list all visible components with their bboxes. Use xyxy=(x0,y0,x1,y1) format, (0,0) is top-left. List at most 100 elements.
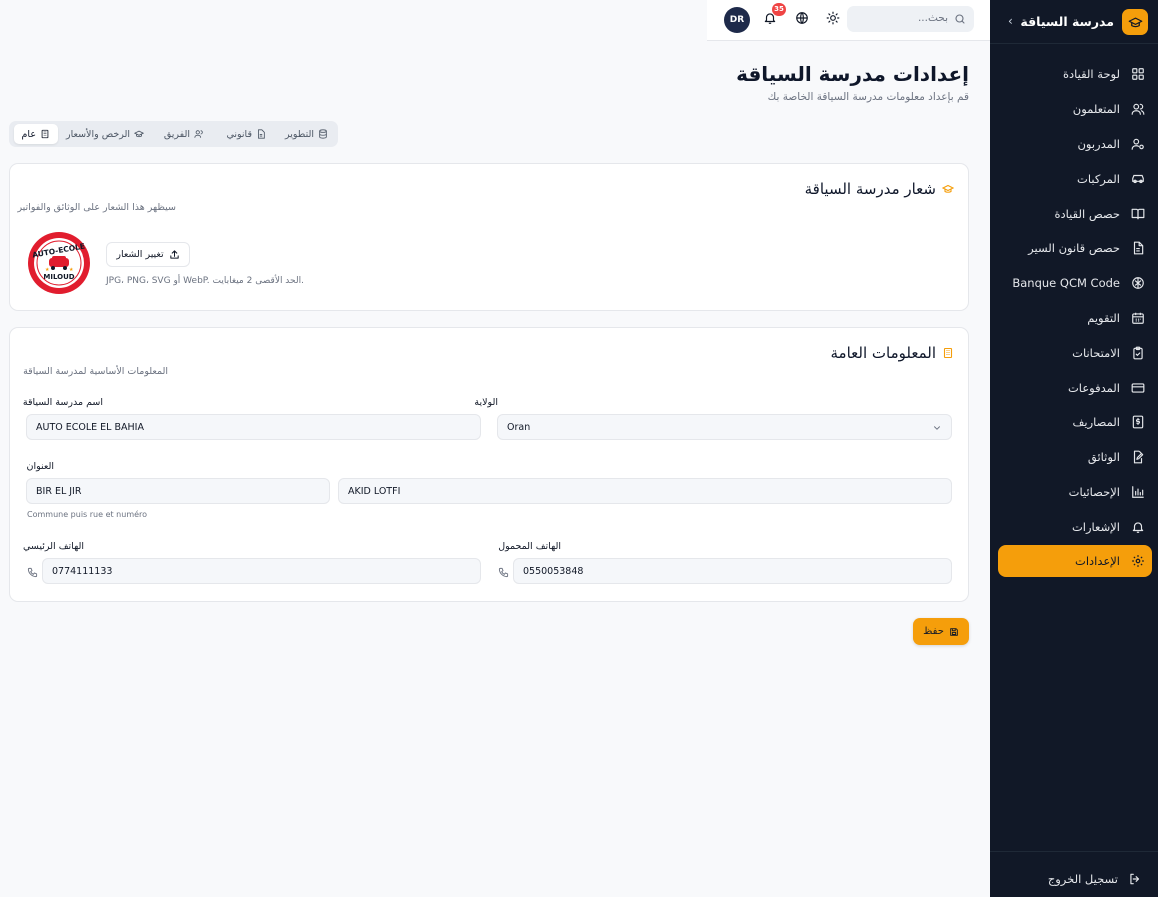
logo-card-subtitle: سيظهر هذا الشعار على الوثائق والفواتير xyxy=(17,202,176,213)
sidebar-item-label: المدفوعات xyxy=(1067,380,1120,395)
tab-label: الفريق xyxy=(163,128,190,140)
logo-card-title: شعار مدرسة السياقة xyxy=(804,180,936,198)
clipboard-check-icon xyxy=(1133,346,1143,360)
sidebar-item-calendar[interactable]: التقويم xyxy=(998,301,1152,336)
users-icon xyxy=(1131,103,1145,116)
sidebar-nav: لوحة القيادة المتعلمون المدربون المركبات… xyxy=(990,57,1158,579)
sidebar-item-label: الوثائق xyxy=(1087,450,1120,465)
sidebar-item-qcm-bank[interactable]: Banque QCM Code xyxy=(998,266,1152,301)
phone-mobile-label: الهاتف المحمول xyxy=(498,541,561,552)
sidebar-item-label: Banque QCM Code xyxy=(1012,276,1120,291)
svg-text:★: ★ xyxy=(69,267,74,273)
school-logo-image: AUTO-ECOLE MILOUD ★ ★ xyxy=(28,232,90,294)
school-name-field[interactable]: AUTO ECOLE EL BAHIA xyxy=(26,414,481,440)
info-card-title: المعلومات العامة xyxy=(830,344,936,362)
logo-card-header: شعار مدرسة السياقة xyxy=(805,180,954,198)
sidebar-item-statistics[interactable]: الإحصائيات xyxy=(998,475,1152,510)
tab-label: الرخص والأسعار xyxy=(66,128,130,140)
calendar-icon xyxy=(1132,312,1144,324)
users-icon xyxy=(194,130,203,138)
phone-mobile-field[interactable]: 0550053848 xyxy=(513,558,952,584)
tab-licenses-prices[interactable]: الرخص والأسعار xyxy=(62,124,148,144)
page-subtitle: قم بإعداد معلومات مدرسة السياقة الخاصة ب… xyxy=(767,91,969,103)
sidebar-item-expenses[interactable]: المصاريف xyxy=(998,405,1152,440)
phone-main-field[interactable]: 0774111133 xyxy=(42,558,481,584)
bell-icon xyxy=(1132,522,1144,533)
tab-development[interactable]: التطوير xyxy=(281,124,332,144)
address-street-field[interactable]: AKID LOTFI xyxy=(338,478,952,504)
app-name: مدرسة السياقة xyxy=(1020,14,1114,29)
dashboard-icon xyxy=(1132,68,1144,81)
phone-main-label: الهاتف الرئيسي xyxy=(23,541,84,552)
tab-legal[interactable]: قانوني xyxy=(222,124,270,144)
user-cog-icon xyxy=(1131,138,1144,150)
sidebar-item-label: حصص القيادة xyxy=(1054,206,1120,221)
settings-icon xyxy=(1132,555,1144,567)
globe-icon[interactable] xyxy=(795,11,809,25)
change-logo-label: تغيير الشعار xyxy=(116,249,164,260)
sidebar-item-learners[interactable]: المتعلمون xyxy=(998,92,1152,127)
sidebar-item-label: الإشعارات xyxy=(1071,519,1120,534)
sidebar-item-label: المتعلمون xyxy=(1072,102,1120,117)
sidebar-item-label: المركبات xyxy=(1077,171,1120,186)
sidebar-item-label: المصاريف xyxy=(1072,415,1120,430)
sidebar-item-notifications[interactable]: الإشعارات xyxy=(998,509,1152,544)
sidebar-item-vehicles[interactable]: المركبات xyxy=(998,161,1152,196)
graduation-cap-icon xyxy=(942,184,954,193)
sidebar-item-code-lessons[interactable]: حصص قانون السير xyxy=(998,231,1152,266)
graduation-cap-icon xyxy=(134,130,144,138)
tab-general[interactable]: عام xyxy=(13,124,58,144)
sidebar-item-documents[interactable]: الوثائق xyxy=(998,440,1152,475)
database-icon xyxy=(319,129,327,139)
sidebar-item-settings[interactable]: الإعدادات xyxy=(998,545,1152,578)
chevron-down-icon xyxy=(934,426,940,430)
phone-main-value: 0774111133 xyxy=(52,566,113,577)
brain-icon xyxy=(1132,277,1144,290)
sidebar-item-label: التقويم xyxy=(1087,310,1120,325)
save-label: حفظ xyxy=(923,626,944,637)
chevron-left-icon[interactable]: ‹ xyxy=(1008,14,1013,28)
sidebar-item-exams[interactable]: الامتحانات xyxy=(998,335,1152,370)
school-name-label: اسم مدرسة السياقة xyxy=(22,397,103,408)
receipt-icon xyxy=(1132,415,1144,429)
building-icon xyxy=(41,129,49,139)
graduation-cap-icon xyxy=(1122,9,1148,35)
wilaya-label: الولاية xyxy=(474,397,498,408)
save-button[interactable]: حفظ xyxy=(913,618,969,645)
info-card-header: المعلومات العامة xyxy=(831,344,954,362)
address-hint: Commune puis rue et numéro xyxy=(27,510,148,519)
save-icon xyxy=(950,627,958,636)
search-input[interactable]: بحث... xyxy=(847,6,974,32)
search-placeholder: بحث... xyxy=(917,12,948,24)
settings-tabs: عام الرخص والأسعار الفريق قانوني التطوير xyxy=(9,121,338,147)
general-info-card: المعلومات العامة المعلومات الأساسية لمدر… xyxy=(9,327,969,602)
info-card-subtitle: المعلومات الأساسية لمدرسة السياقة xyxy=(23,366,168,377)
sidebar-item-driving-lessons[interactable]: حصص القيادة xyxy=(998,196,1152,231)
logout-button[interactable]: تسجيل الخروج xyxy=(990,851,1158,897)
logo-format-hint: JPG، PNG، SVG أو WebP. الحد الأقصى 2 ميغ… xyxy=(106,276,304,286)
sidebar-item-label: الإحصائيات xyxy=(1068,484,1120,499)
sidebar-item-label: الامتحانات xyxy=(1072,345,1120,360)
school-name-value: AUTO ECOLE EL BAHIA xyxy=(36,422,144,433)
page-title: إعدادات مدرسة السياقة xyxy=(736,62,969,86)
logo-card: شعار مدرسة السياقة سيظهر هذا الشعار على … xyxy=(9,163,969,311)
theme-toggle-icon[interactable] xyxy=(826,11,840,25)
sidebar-item-payments[interactable]: المدفوعات xyxy=(998,370,1152,405)
address-street-value: AKID LOTFI xyxy=(348,486,401,497)
sidebar-item-dashboard[interactable]: لوحة القيادة xyxy=(998,57,1152,92)
file-text-icon xyxy=(258,129,265,139)
phone-icon xyxy=(498,567,509,578)
sidebar-item-instructors[interactable]: المدربون xyxy=(998,127,1152,162)
svg-text:MILOUD: MILOUD xyxy=(43,273,74,281)
bar-chart-icon xyxy=(1132,486,1144,498)
credit-card-icon xyxy=(1131,382,1145,393)
phone-mobile-value: 0550053848 xyxy=(523,566,584,577)
change-logo-button[interactable]: تغيير الشعار xyxy=(106,242,190,267)
avatar[interactable]: DR xyxy=(724,7,750,33)
tab-label: قانوني xyxy=(226,128,252,140)
wilaya-select[interactable]: Oran xyxy=(497,414,952,440)
notification-badge: 35 xyxy=(772,3,786,16)
tab-team[interactable]: الفريق xyxy=(160,124,208,144)
address-commune-field[interactable]: BIR EL JIR xyxy=(26,478,330,504)
address-commune-value: BIR EL JIR xyxy=(36,486,82,497)
